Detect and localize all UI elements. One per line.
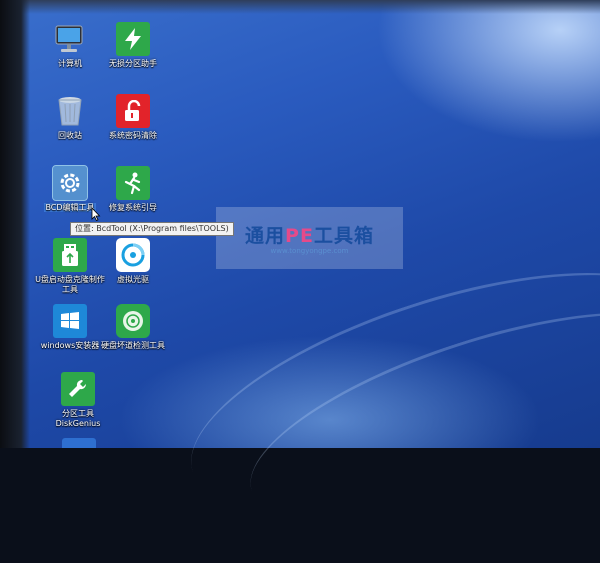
desktop-icon-label: 系统密码清除 xyxy=(109,131,157,140)
disc-icon xyxy=(116,238,150,272)
desktop-icon-virtual-drive[interactable]: 虚拟光驱 xyxy=(98,238,168,285)
desktop-icon-hdd-check[interactable]: 硬盘坏道检测工具 xyxy=(98,304,168,351)
desktop-icon-label: 无损分区助手 xyxy=(109,59,157,68)
desktop-icon-password-clear[interactable]: 系统密码清除 xyxy=(98,94,168,141)
watermark-banner: 通用PE工具箱 www.tongyongpe.com xyxy=(216,207,403,269)
wrench-icon xyxy=(61,372,95,406)
desktop-icon-diskgenius[interactable]: 分区工具DiskGenius xyxy=(43,372,113,429)
recycle-bin-icon xyxy=(53,94,87,128)
desktop-icon-label: 分区工具DiskGenius xyxy=(55,409,101,428)
watermark-title: 通用PE工具箱 xyxy=(245,225,374,247)
desktop-icon-label: 计算机 xyxy=(58,59,82,68)
monitor-bezel-top xyxy=(0,0,600,14)
mouse-cursor-icon xyxy=(91,207,101,221)
windows-logo-icon xyxy=(53,304,87,338)
desktop-icon-partition-assistant[interactable]: 无损分区助手 xyxy=(98,22,168,69)
unlock-icon xyxy=(116,94,150,128)
tooltip: 位置: BcdTool (X:\Program files\TOOLS) xyxy=(70,222,234,236)
desktop-icon-label: 虚拟光驱 xyxy=(117,275,149,284)
disk-icon xyxy=(116,304,150,338)
desktop-icon-label: U盘启动盘克隆制作工具 xyxy=(35,275,105,294)
desktop-icon-boot-repair[interactable]: 修复系统引导 xyxy=(98,166,168,213)
desktop-icon-label: windows安装器 xyxy=(40,341,100,350)
watermark-url: www.tongyongpe.com xyxy=(270,247,349,255)
usb-icon xyxy=(53,238,87,272)
desktop-icon-bcd-editor[interactable]: BCD编辑工具 xyxy=(35,165,105,213)
running-man-icon xyxy=(116,166,150,200)
lightning-icon xyxy=(116,22,150,56)
desktop-icon-label: 硬盘坏道检测工具 xyxy=(101,341,165,350)
desktop-icon-computer[interactable]: 计算机 xyxy=(35,22,105,69)
desktop-icon-usb-maker[interactable]: U盘启动盘克隆制作工具 xyxy=(35,238,105,295)
gear-icon xyxy=(52,165,88,201)
computer-icon xyxy=(53,22,87,56)
desktop-icon-label: 回收站 xyxy=(58,131,82,140)
desktop-icon-partial[interactable] xyxy=(62,438,96,448)
desktop-icon-recycle-bin[interactable]: 回收站 xyxy=(35,94,105,141)
monitor-bezel-left xyxy=(0,0,30,448)
desktop-icon-windows-installer[interactable]: windows安装器 xyxy=(35,304,105,351)
desktop-icon-label: 修复系统引导 xyxy=(109,203,157,212)
